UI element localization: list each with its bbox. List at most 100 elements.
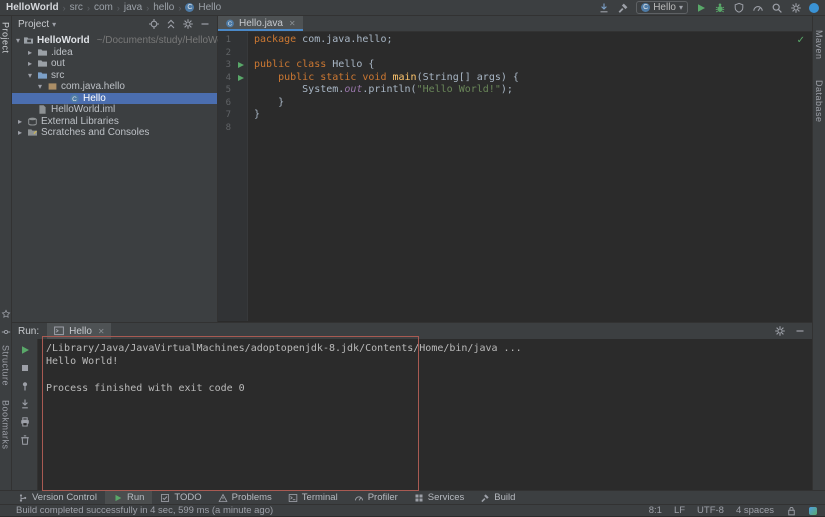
console-line: Hello World! [46, 356, 119, 368]
lock-icon[interactable] [786, 505, 797, 516]
toolwindow-button-problems[interactable]: Problems [210, 491, 280, 504]
chevron-down-icon[interactable]: ▾ [26, 71, 34, 80]
tree-item-scratches-and-consoles[interactable]: ▸ Scratches and Consoles [12, 127, 217, 139]
tree-item-external-libraries[interactable]: ▸ External Libraries [12, 116, 217, 128]
tree-item-com-java-hello[interactable]: ▾ com.java.hello [12, 81, 217, 93]
line-number: 7 [225, 110, 231, 120]
stripe-label-project[interactable]: Project [1, 22, 11, 54]
settings-gear-icon[interactable] [790, 2, 802, 14]
toolwindow-button-todo[interactable]: TODO [152, 491, 209, 504]
chevron-right-icon[interactable]: ▸ [16, 128, 24, 137]
breadcrumb-item-hello[interactable]: hello [153, 2, 174, 13]
caret-position[interactable]: 8:1 [649, 505, 662, 516]
toolwindow-button-terminal[interactable]: Terminal [280, 491, 346, 504]
hide-panel-icon[interactable] [794, 325, 806, 337]
close-icon[interactable]: ✕ [98, 327, 105, 336]
clear-console-icon[interactable] [19, 434, 31, 446]
gear-icon[interactable] [182, 18, 194, 30]
run-gutter-icon[interactable] [234, 59, 248, 72]
tree-item-out[interactable]: ▸ out [12, 58, 217, 70]
line-number: 2 [225, 47, 231, 58]
code-line[interactable]: 5 System.out.println("Hello World!"); [218, 84, 812, 97]
breadcrumb-item-helloworld[interactable]: HelloWorld [6, 2, 59, 13]
left-stripe-bottom: Structure Bookmarks [1, 345, 11, 450]
scroll-to-end-icon[interactable] [19, 398, 31, 410]
toolwindow-button-run[interactable]: Run [104, 491, 153, 504]
left-stripe-bottom-group: Structure Bookmarks [1, 309, 11, 450]
tree-item-idea[interactable]: ▸ .idea [12, 47, 217, 59]
toolwindow-bar: Version Control Run TODO Problems Terminal Pr… [0, 490, 825, 504]
code-lines: 1 package com.java.hello; 2 3 public class H… [218, 32, 812, 134]
run-gutter-icon[interactable] [234, 72, 248, 85]
stripe-label-structure[interactable]: Structure [1, 345, 11, 386]
favorites-icon[interactable] [1, 309, 11, 319]
project-panel-title[interactable]: Project [18, 19, 49, 30]
status-message: Build completed successfully in 4 sec, 5… [16, 505, 274, 516]
left-toolwindow-stripe: Project Structure Bookmarks [0, 16, 12, 490]
folder-icon [37, 47, 48, 58]
inspection-ok-icon[interactable]: ✓ [797, 35, 805, 46]
collapse-all-icon[interactable] [165, 18, 177, 30]
chevron-right-icon[interactable]: ▸ [26, 59, 34, 68]
build-hammer-icon[interactable] [617, 2, 629, 14]
chevron-down-icon[interactable]: ▾ [36, 82, 44, 91]
run-button[interactable] [695, 2, 707, 14]
code-line[interactable]: 7} [218, 109, 812, 122]
profiler-button[interactable] [752, 2, 764, 14]
code-line[interactable]: 2 [218, 47, 812, 60]
close-icon[interactable]: ✕ [289, 19, 296, 28]
vcs-update-icon[interactable] [598, 2, 610, 14]
hide-panel-icon[interactable] [199, 18, 211, 30]
tree-label: HelloWorld [37, 35, 90, 47]
avatar[interactable] [809, 2, 819, 13]
editor-tab-hello-java[interactable]: C Hello.java ✕ [218, 16, 303, 31]
package-icon [47, 81, 58, 92]
commit-icon[interactable] [1, 327, 11, 337]
line-separator[interactable]: LF [674, 505, 685, 516]
run-tab-hello[interactable]: Hello ✕ [47, 323, 111, 339]
code-line[interactable]: 4 public static void main(String[] args)… [218, 72, 812, 85]
editor-content[interactable]: 1 package com.java.hello; 2 3 public class H… [218, 32, 812, 321]
code-line[interactable]: 8 [218, 122, 812, 135]
code-line[interactable]: 6 } [218, 97, 812, 110]
rerun-button[interactable] [19, 344, 31, 356]
breadcrumb-item-java[interactable]: java [124, 2, 142, 13]
toolwindow-button-profiler[interactable]: Profiler [346, 491, 406, 504]
print-icon[interactable] [19, 416, 31, 428]
breadcrumb-item-hello[interactable]: Hello [198, 2, 221, 13]
breadcrumb-item-src[interactable]: src [70, 2, 83, 13]
select-opened-file-icon[interactable] [148, 18, 160, 30]
tree-item-helloworld[interactable]: ▾ HelloWorld ~/Documents/study/HelloWorld [12, 35, 234, 47]
chevron-right-icon[interactable]: ▸ [16, 117, 24, 126]
chevron-down-icon[interactable]: ▾ [52, 20, 56, 29]
tree-item-helloworld-iml[interactable]: HelloWorld.iml [12, 104, 217, 116]
pin-icon[interactable] [19, 380, 31, 392]
tree-label: out [51, 58, 65, 70]
chevron-down-icon[interactable]: ▾ [16, 36, 20, 45]
code-line[interactable]: 1 package com.java.hello; [218, 34, 812, 47]
search-icon[interactable] [771, 2, 783, 14]
gear-icon[interactable] [774, 325, 786, 337]
status-widget-icon[interactable] [809, 506, 817, 515]
stop-button[interactable] [19, 362, 31, 374]
toolwindow-button-version-control[interactable]: Version Control [10, 491, 105, 504]
stripe-label-bookmarks[interactable]: Bookmarks [1, 400, 11, 450]
run-config-select[interactable]: C Hello ▾ [636, 1, 688, 14]
indent-style[interactable]: 4 spaces [736, 505, 774, 516]
coverage-button[interactable] [733, 2, 745, 14]
stripe-label-maven[interactable]: Maven [814, 30, 824, 60]
file-encoding[interactable]: UTF-8 [697, 505, 724, 516]
class-icon: C [185, 3, 195, 12]
toolwindow-button-services[interactable]: Services [406, 491, 472, 504]
breadcrumb-item-com[interactable]: com [94, 2, 113, 13]
tree-item-src[interactable]: ▾ src [12, 70, 217, 82]
code-line[interactable]: 3 public class Hello { [218, 59, 812, 72]
gutter-spacer [234, 84, 248, 97]
toolwindow-button-build[interactable]: Build [472, 491, 523, 504]
stripe-label-database[interactable]: Database [814, 80, 824, 123]
debug-button[interactable] [714, 2, 726, 14]
console-output[interactable]: /Library/Java/JavaVirtualMachines/adopto… [38, 339, 812, 490]
tree-item-hello[interactable]: C Hello [12, 92, 217, 104]
chevron-right-icon[interactable]: ▸ [26, 48, 34, 57]
